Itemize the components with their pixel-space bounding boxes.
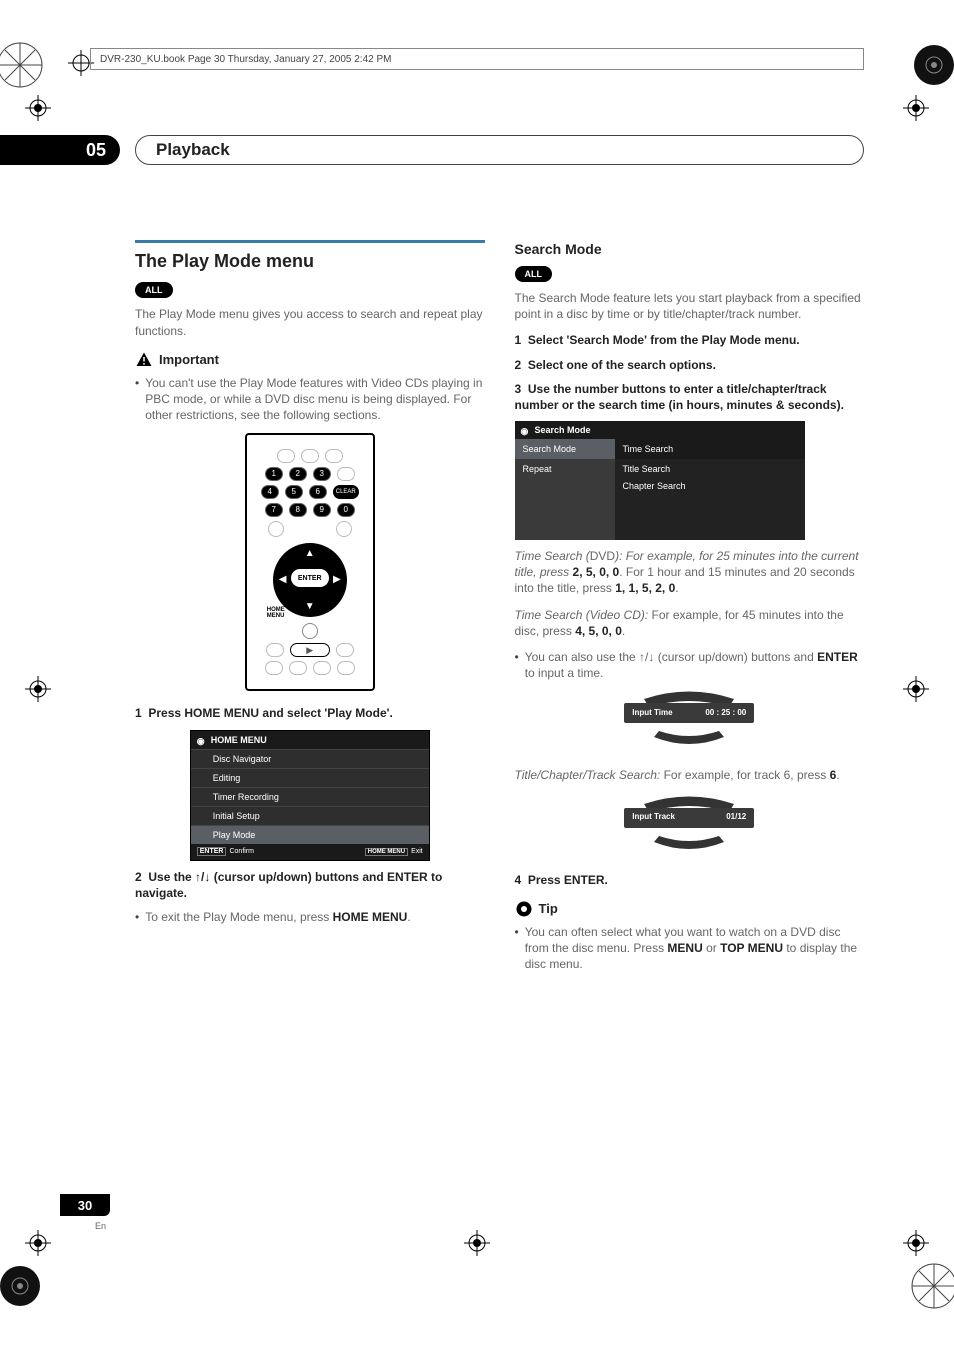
remote-btn-1: 1 (265, 467, 283, 481)
time-search-vcd: Time Search (Video CD): For example, for… (515, 607, 865, 639)
osd-label: Input Track (632, 812, 675, 823)
time-search-dvd: Time Search (DVD): For example, for 25 m… (515, 548, 865, 597)
search-intro: The Search Mode feature lets you start p… (515, 290, 865, 322)
r-step-3: 3 Use the number buttons to enter a titl… (515, 381, 865, 413)
tct-search: Title/Chapter/Track Search: For example,… (515, 767, 865, 783)
remote-dpad: ▲▼◀▶ ENTER HOME MENU (273, 543, 347, 617)
search-mode-screenshot: ◉Search Mode Search Mode Repeat Time Sea… (515, 421, 805, 540)
corner-decor (0, 1261, 45, 1311)
corner-decor (909, 1261, 954, 1311)
input-time-osd: Input Time 00 : 25 : 00 (614, 689, 764, 759)
important-body: You can't use the Play Mode features wit… (135, 375, 485, 424)
step-1: 1 Press HOME MENU and select 'Play Mode'… (135, 705, 485, 721)
book-header: DVR-230_KU.book Page 30 Thursday, Januar… (100, 54, 391, 65)
remote-btn-clear: CLEAR (333, 485, 359, 499)
search-left-item: Repeat (515, 459, 615, 479)
registration-mark (25, 1230, 51, 1256)
time-search-bullet: You can also use the ↑/↓ (cursor up/down… (515, 649, 865, 681)
subsection-heading: Search Mode (515, 240, 865, 259)
important-icon (135, 351, 153, 369)
remote-btn-8: 8 (289, 503, 307, 517)
tip-label: Tip (539, 900, 558, 918)
input-track-osd: Input Track 01/12 (614, 794, 764, 864)
r-step-2: 2 Select one of the search options. (515, 357, 865, 373)
search-right-item: Chapter Search (623, 478, 797, 494)
registration-mark (25, 95, 51, 121)
important-heading: Important (135, 351, 485, 369)
remote-btn-0: 0 (337, 503, 355, 517)
menu-item: Disc Navigator (191, 749, 429, 768)
all-badge: ALL (515, 266, 553, 282)
registration-mark (25, 676, 51, 702)
chapter-title: Playback (135, 135, 864, 165)
registration-mark (903, 95, 929, 121)
corner-decor (0, 40, 45, 90)
page-number: 30 (60, 1194, 110, 1216)
all-badge: ALL (135, 282, 173, 298)
accent-bar (135, 240, 485, 243)
osd-value: 01/12 (726, 812, 746, 823)
tip-body: You can often select what you want to wa… (515, 924, 865, 973)
registration-mark (464, 1230, 490, 1256)
remote-btn-3: 3 (313, 467, 331, 481)
chapter-number: 05 (0, 135, 120, 165)
tip-icon (515, 900, 533, 918)
r-step-4: 4 Press ENTER. (515, 872, 865, 888)
page-lang: En (95, 1221, 106, 1231)
tip-heading: Tip (515, 900, 865, 918)
important-label: Important (159, 351, 219, 369)
section-heading: The Play Mode menu (135, 249, 485, 273)
remote-play-icon: ▶ (290, 643, 330, 657)
search-left-item: Search Mode (515, 439, 615, 459)
menu-item: Initial Setup (191, 806, 429, 825)
menu-item: Editing (191, 768, 429, 787)
intro-text: The Play Mode menu gives you access to s… (135, 306, 485, 338)
search-right-item: Time Search (615, 439, 805, 459)
registration-mark (903, 676, 929, 702)
r-step-1: 1 Select 'Search Mode' from the Play Mod… (515, 332, 865, 348)
disc-icon: ◉ (521, 425, 531, 435)
osd-label: Input Time (632, 708, 672, 719)
menu-title: HOME MENU (211, 734, 267, 746)
remote-btn-5: 5 (285, 485, 303, 499)
remote-enter: ENTER (291, 569, 329, 587)
right-column: Search Mode ALL The Search Mode feature … (515, 240, 865, 1231)
corner-decor (909, 40, 954, 90)
menu-item: Timer Recording (191, 787, 429, 806)
remote-btn-7: 7 (265, 503, 283, 517)
search-right-item: Title Search (623, 461, 797, 477)
remote-home-menu: HOME MENU (267, 607, 285, 619)
left-column: The Play Mode menu ALL The Play Mode men… (135, 240, 485, 1231)
step-2: 2 Use the ↑/↓ (cursor up/down) buttons a… (135, 869, 485, 901)
home-menu-screenshot: ◉ HOME MENU Disc Navigator Editing Timer … (190, 730, 430, 861)
osd-value: 00 : 25 : 00 (705, 708, 746, 719)
menu-item-selected: Play Mode (191, 825, 429, 844)
remote-btn-4: 4 (261, 485, 279, 499)
remote-btn-2: 2 (289, 467, 307, 481)
disc-icon: ◉ (197, 735, 207, 745)
remote-illustration: 123 456 CLEAR 7890 ▲▼◀▶ ENTER HOME MENU ▶ (245, 433, 375, 691)
remote-btn-9: 9 (313, 503, 331, 517)
registration-mark (903, 1230, 929, 1256)
content-area: The Play Mode menu ALL The Play Mode men… (135, 240, 864, 1231)
step-2-bullet: To exit the Play Mode menu, press HOME M… (135, 909, 485, 925)
remote-btn-6: 6 (309, 485, 327, 499)
